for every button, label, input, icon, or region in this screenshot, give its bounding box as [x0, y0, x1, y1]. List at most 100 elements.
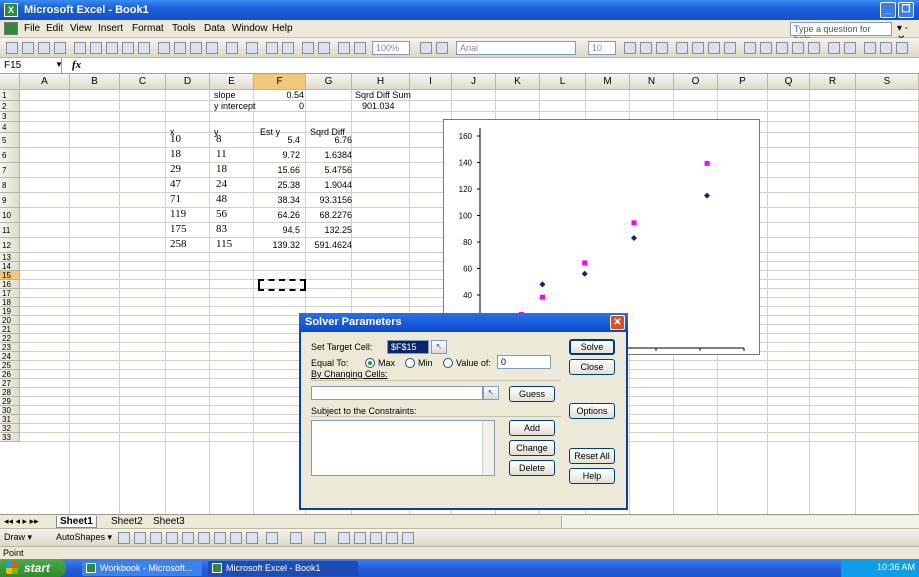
cell-F5[interactable]: 5.4 [254, 135, 300, 145]
options-button[interactable]: Options [569, 403, 615, 419]
row-header-4[interactable]: 4 [0, 122, 20, 133]
percent-icon[interactable] [760, 42, 772, 54]
changing-collapse-icon[interactable]: ↖ [483, 386, 499, 400]
help-button[interactable]: Help [569, 468, 615, 484]
row-header-15[interactable]: 15 [0, 271, 20, 280]
cell-E12[interactable]: 115 [216, 238, 232, 250]
dialog-close-button[interactable]: ✕ [610, 315, 625, 330]
row-header-2[interactable]: 2 [0, 101, 20, 112]
spelling-icon[interactable] [122, 42, 134, 54]
add-button[interactable]: Add [509, 420, 555, 436]
sort-ascending-icon[interactable] [302, 42, 314, 54]
column-header-E[interactable]: E [210, 74, 254, 90]
cell-D6[interactable]: 18 [170, 148, 181, 160]
column-header-O[interactable]: O [674, 74, 718, 90]
column-header-L[interactable]: L [540, 74, 586, 90]
picture-icon[interactable] [246, 532, 258, 544]
column-header-K[interactable]: K [496, 74, 540, 90]
row-header-24[interactable]: 24 [0, 352, 20, 361]
column-header-D[interactable]: D [166, 74, 210, 90]
underline-icon[interactable] [656, 42, 668, 54]
target-cell-input[interactable]: $F$15 [387, 340, 429, 354]
cell-E7[interactable]: 18 [216, 163, 227, 175]
column-header-J[interactable]: J [452, 74, 496, 90]
value-of-radio[interactable] [443, 358, 453, 368]
chart-wizard-icon[interactable] [338, 42, 350, 54]
column-header-C[interactable]: C [120, 74, 166, 90]
menu-file[interactable]: File [24, 23, 40, 34]
increase-decimal-icon[interactable] [792, 42, 804, 54]
cell-G11[interactable]: 132.25 [306, 225, 352, 235]
name-box-dropdown-icon[interactable]: ▼ [55, 60, 63, 69]
currency-icon[interactable] [744, 42, 756, 54]
selected-cell-F15[interactable] [258, 279, 306, 291]
font-color-draw-icon[interactable] [314, 532, 326, 544]
cell-H2[interactable]: 901.034 [362, 101, 395, 111]
value-of-label[interactable]: Value of: [456, 358, 491, 368]
constraints-scrollbar[interactable] [482, 421, 494, 475]
horizontal-scrollbar[interactable] [561, 516, 919, 528]
bold-icon[interactable] [624, 42, 636, 54]
cell-E1[interactable]: slope [214, 90, 236, 100]
cell-F12[interactable]: 139.32 [254, 240, 300, 250]
arrow-style-icon[interactable] [370, 532, 382, 544]
decrease-decimal-icon[interactable] [808, 42, 820, 54]
workbook-icon[interactable] [4, 22, 18, 35]
row-header-32[interactable]: 32 [0, 424, 20, 433]
cell-E9[interactable]: 48 [216, 193, 227, 205]
print-icon[interactable] [90, 42, 102, 54]
cell-G8[interactable]: 1.9044 [306, 180, 352, 190]
email-icon[interactable] [74, 42, 86, 54]
hyperlink-icon[interactable] [266, 42, 278, 54]
column-header-R[interactable]: R [810, 74, 856, 90]
max-radio[interactable] [365, 358, 375, 368]
column-header-I[interactable]: I [410, 74, 452, 90]
clock[interactable]: 10:36 AM [877, 562, 915, 572]
column-header-N[interactable]: N [630, 74, 674, 90]
menu-view[interactable]: View [70, 23, 92, 34]
merge-center-icon[interactable] [724, 42, 736, 54]
select-all-corner[interactable] [0, 74, 20, 90]
print-preview-icon[interactable] [106, 42, 118, 54]
row-header-21[interactable]: 21 [0, 325, 20, 334]
start-button[interactable]: start [0, 559, 66, 577]
cell-E6[interactable]: 11 [216, 148, 227, 160]
row-header-23[interactable]: 23 [0, 343, 20, 352]
rectangle-icon[interactable] [150, 532, 162, 544]
restore-button[interactable]: ❐ [898, 2, 914, 18]
copy-icon[interactable] [174, 42, 186, 54]
open-icon[interactable] [22, 42, 34, 54]
menu-window[interactable]: Window [232, 23, 268, 34]
menu-edit[interactable]: Edit [46, 23, 63, 34]
shadow-icon[interactable] [386, 532, 398, 544]
align-right-icon[interactable] [708, 42, 720, 54]
menu-insert[interactable]: Insert [98, 23, 123, 34]
cell-G10[interactable]: 68.2276 [306, 210, 352, 220]
tab-sheet1[interactable]: Sheet1 [56, 516, 97, 528]
cell-F1[interactable]: 0.54 [250, 90, 304, 100]
max-radio-label[interactable]: Max [378, 358, 395, 368]
guess-button[interactable]: Guess [509, 386, 555, 402]
textbox-icon[interactable] [182, 532, 194, 544]
cell-E8[interactable]: 24 [216, 178, 227, 190]
font-name-box[interactable]: Arial [456, 41, 576, 55]
column-header-B[interactable]: B [70, 74, 120, 90]
column-header-F[interactable]: F [254, 74, 306, 90]
cell-D9[interactable]: 71 [170, 193, 181, 205]
row-header-19[interactable]: 19 [0, 307, 20, 316]
target-collapse-icon[interactable]: ↖ [431, 340, 447, 354]
dialog-title-bar[interactable]: Solver Parameters ✕ [299, 313, 628, 332]
center-icon[interactable] [692, 42, 704, 54]
delete-button[interactable]: Delete [509, 460, 555, 476]
redo-icon[interactable] [246, 42, 258, 54]
column-header-A[interactable]: A [20, 74, 70, 90]
row-header-28[interactable]: 28 [0, 388, 20, 397]
column-header-M[interactable]: M [586, 74, 630, 90]
taskbar-item-workbook[interactable]: Workbook - Microsoft... [82, 561, 202, 576]
format-painter-icon[interactable] [206, 42, 218, 54]
autoshapes-button[interactable]: AutoShapes ▾ [56, 532, 112, 543]
menu-help[interactable]: Help [272, 23, 293, 34]
menu-format[interactable]: Format [132, 23, 164, 34]
tab-scroll-buttons[interactable]: ◂◂ ◂ ▸ ▸▸ [4, 516, 39, 527]
constraints-list[interactable] [311, 420, 495, 476]
